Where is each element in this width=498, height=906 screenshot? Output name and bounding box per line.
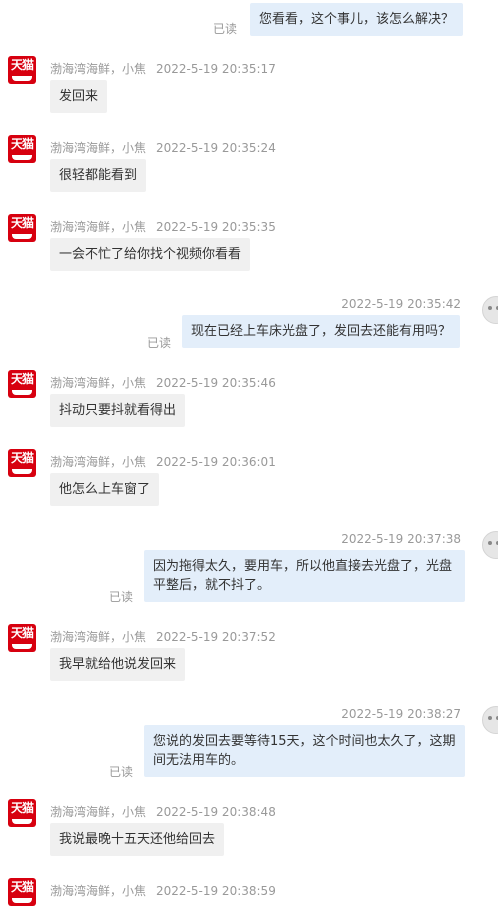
store-avatar-text: 天猫: [10, 58, 34, 72]
sender-name: 渤海湾海鲜，小焦: [50, 884, 147, 898]
message-bubble[interactable]: 我早就给他说发回来: [50, 648, 186, 681]
message-meta: 渤海湾海鲜，小焦 2022-5-19 20:36:01: [50, 453, 276, 470]
message-meta: 渤海湾海鲜，小焦 2022-5-19 20:37:52: [50, 628, 276, 645]
message-meta: 渤海湾海鲜，小焦 2022-5-19 20:35:24: [50, 139, 276, 156]
message-meta: 渤海湾海鲜，小焦 2022-5-19 20:38:59: [50, 882, 276, 899]
tmall-mouth-icon: [12, 898, 32, 903]
message-time: 2022-5-19 20:35:46: [156, 376, 276, 390]
message-meta: 渤海湾海鲜，小焦 2022-5-19 20:35:46: [50, 374, 276, 391]
store-avatar[interactable]: 天猫: [8, 370, 36, 398]
message-time: 2022-5-19 20:38:48: [156, 805, 276, 819]
message-time: 2022-5-19 20:35:17: [156, 62, 276, 76]
store-avatar[interactable]: 天猫: [8, 449, 36, 477]
sender-name: 渤海湾海鲜，小焦: [50, 62, 147, 76]
tmall-mouth-icon: [12, 234, 32, 239]
sender-name: 渤海湾海鲜，小焦: [50, 455, 147, 469]
message-time: 2022-5-19 20:35:42: [341, 297, 461, 311]
tmall-mouth-icon: [12, 390, 32, 395]
message-time: 2022-5-19 20:35:35: [156, 220, 276, 234]
read-receipt: 已读: [109, 765, 134, 779]
store-avatar-text: 天猫: [10, 451, 34, 465]
message-bubble[interactable]: 很轻都能看到: [50, 159, 147, 192]
read-receipt: 已读: [147, 336, 172, 350]
message-time: 2022-5-19 20:35:24: [156, 141, 276, 155]
store-avatar[interactable]: 天猫: [8, 135, 36, 163]
store-avatar[interactable]: 天猫: [8, 56, 36, 84]
store-avatar-text: 天猫: [10, 801, 34, 815]
user-avatar[interactable]: [482, 706, 498, 734]
store-avatar-text: 天猫: [10, 216, 34, 230]
message-bubble[interactable]: 他怎么上车窗了: [50, 473, 160, 506]
message-text: 我说最晚十五天还他给回去: [59, 832, 216, 847]
message-text: 很轻都能看到: [59, 168, 138, 183]
message-text: 一会不忙了给你找个视频你看看: [59, 247, 242, 262]
message-meta: 渤海湾海鲜，小焦 2022-5-19 20:38:48: [50, 803, 276, 820]
tmall-mouth-icon: [12, 76, 32, 81]
message-bubble[interactable]: 您看看，这个事儿，该怎么解决？: [250, 3, 464, 36]
user-avatar[interactable]: [482, 296, 498, 324]
message-bubble[interactable]: 您说的发回去要等待15天，这个时间也太久了，这期间无法用车的。: [144, 725, 465, 777]
store-avatar[interactable]: 天猫: [8, 624, 36, 652]
message-meta: 渤海湾海鲜，小焦 2022-5-19 20:35:35: [50, 218, 276, 235]
tmall-mouth-icon: [12, 469, 32, 474]
message-text: 我早就给他说发回来: [59, 657, 177, 672]
message-bubble[interactable]: 现在已经上车床光盘了，发回去还能有用吗？: [182, 315, 461, 348]
store-avatar[interactable]: 天猫: [8, 799, 36, 827]
message-bubble[interactable]: 因为拖得太久，要用车，所以他直接去光盘了，光盘平整后，就不抖了。: [144, 550, 465, 602]
read-receipt: 已读: [109, 590, 134, 604]
message-bubble[interactable]: 我说最晚十五天还他给回去: [50, 823, 225, 856]
message-text: 您说的发回去要等待15天，这个时间也太久了，这期间无法用车的。: [153, 734, 456, 768]
store-avatar-text: 天猫: [10, 626, 34, 640]
message-bubble[interactable]: 发回来: [50, 80, 108, 113]
avatar-eye-icon: [488, 716, 492, 720]
message-meta: 渤海湾海鲜，小焦 2022-5-19 20:35:17: [50, 60, 276, 77]
tmall-mouth-icon: [12, 644, 32, 649]
read-receipt: 已读: [213, 22, 238, 36]
message-text: 他怎么上车窗了: [59, 482, 151, 497]
tmall-mouth-icon: [12, 155, 32, 160]
store-avatar[interactable]: 天猫: [8, 878, 36, 906]
message-time: 2022-5-19 20:38:59: [156, 884, 276, 898]
sender-name: 渤海湾海鲜，小焦: [50, 376, 147, 390]
store-avatar-text: 天猫: [10, 372, 34, 386]
message-time: 2022-5-19 20:36:01: [156, 455, 276, 469]
message-text: 抖动只要抖就看得出: [59, 403, 177, 418]
sender-name: 渤海湾海鲜，小焦: [50, 805, 147, 819]
message-bubble[interactable]: 一会不忙了给你找个视频你看看: [50, 238, 251, 271]
sender-name: 渤海湾海鲜，小焦: [50, 220, 147, 234]
sender-name: 渤海湾海鲜，小焦: [50, 141, 147, 155]
message-time: 2022-5-19 20:37:52: [156, 630, 276, 644]
store-avatar[interactable]: 天猫: [8, 214, 36, 242]
message-bubble[interactable]: 抖动只要抖就看得出: [50, 394, 186, 427]
store-avatar-text: 天猫: [10, 137, 34, 151]
avatar-eye-icon: [488, 541, 492, 545]
user-avatar[interactable]: [482, 531, 498, 559]
avatar-eye-icon: [488, 306, 492, 310]
sender-name: 渤海湾海鲜，小焦: [50, 630, 147, 644]
message-text: 您看看，这个事儿，该怎么解决？: [259, 12, 455, 27]
message-text: 因为拖得太久，要用车，所以他直接去光盘了，光盘平整后，就不抖了。: [153, 559, 453, 593]
message-text: 现在已经上车床光盘了，发回去还能有用吗？: [191, 324, 452, 339]
message-text: 发回来: [59, 89, 99, 104]
message-time: 2022-5-19 20:37:38: [341, 532, 461, 546]
tmall-mouth-icon: [12, 819, 32, 824]
message-time: 2022-5-19 20:38:27: [341, 707, 461, 721]
